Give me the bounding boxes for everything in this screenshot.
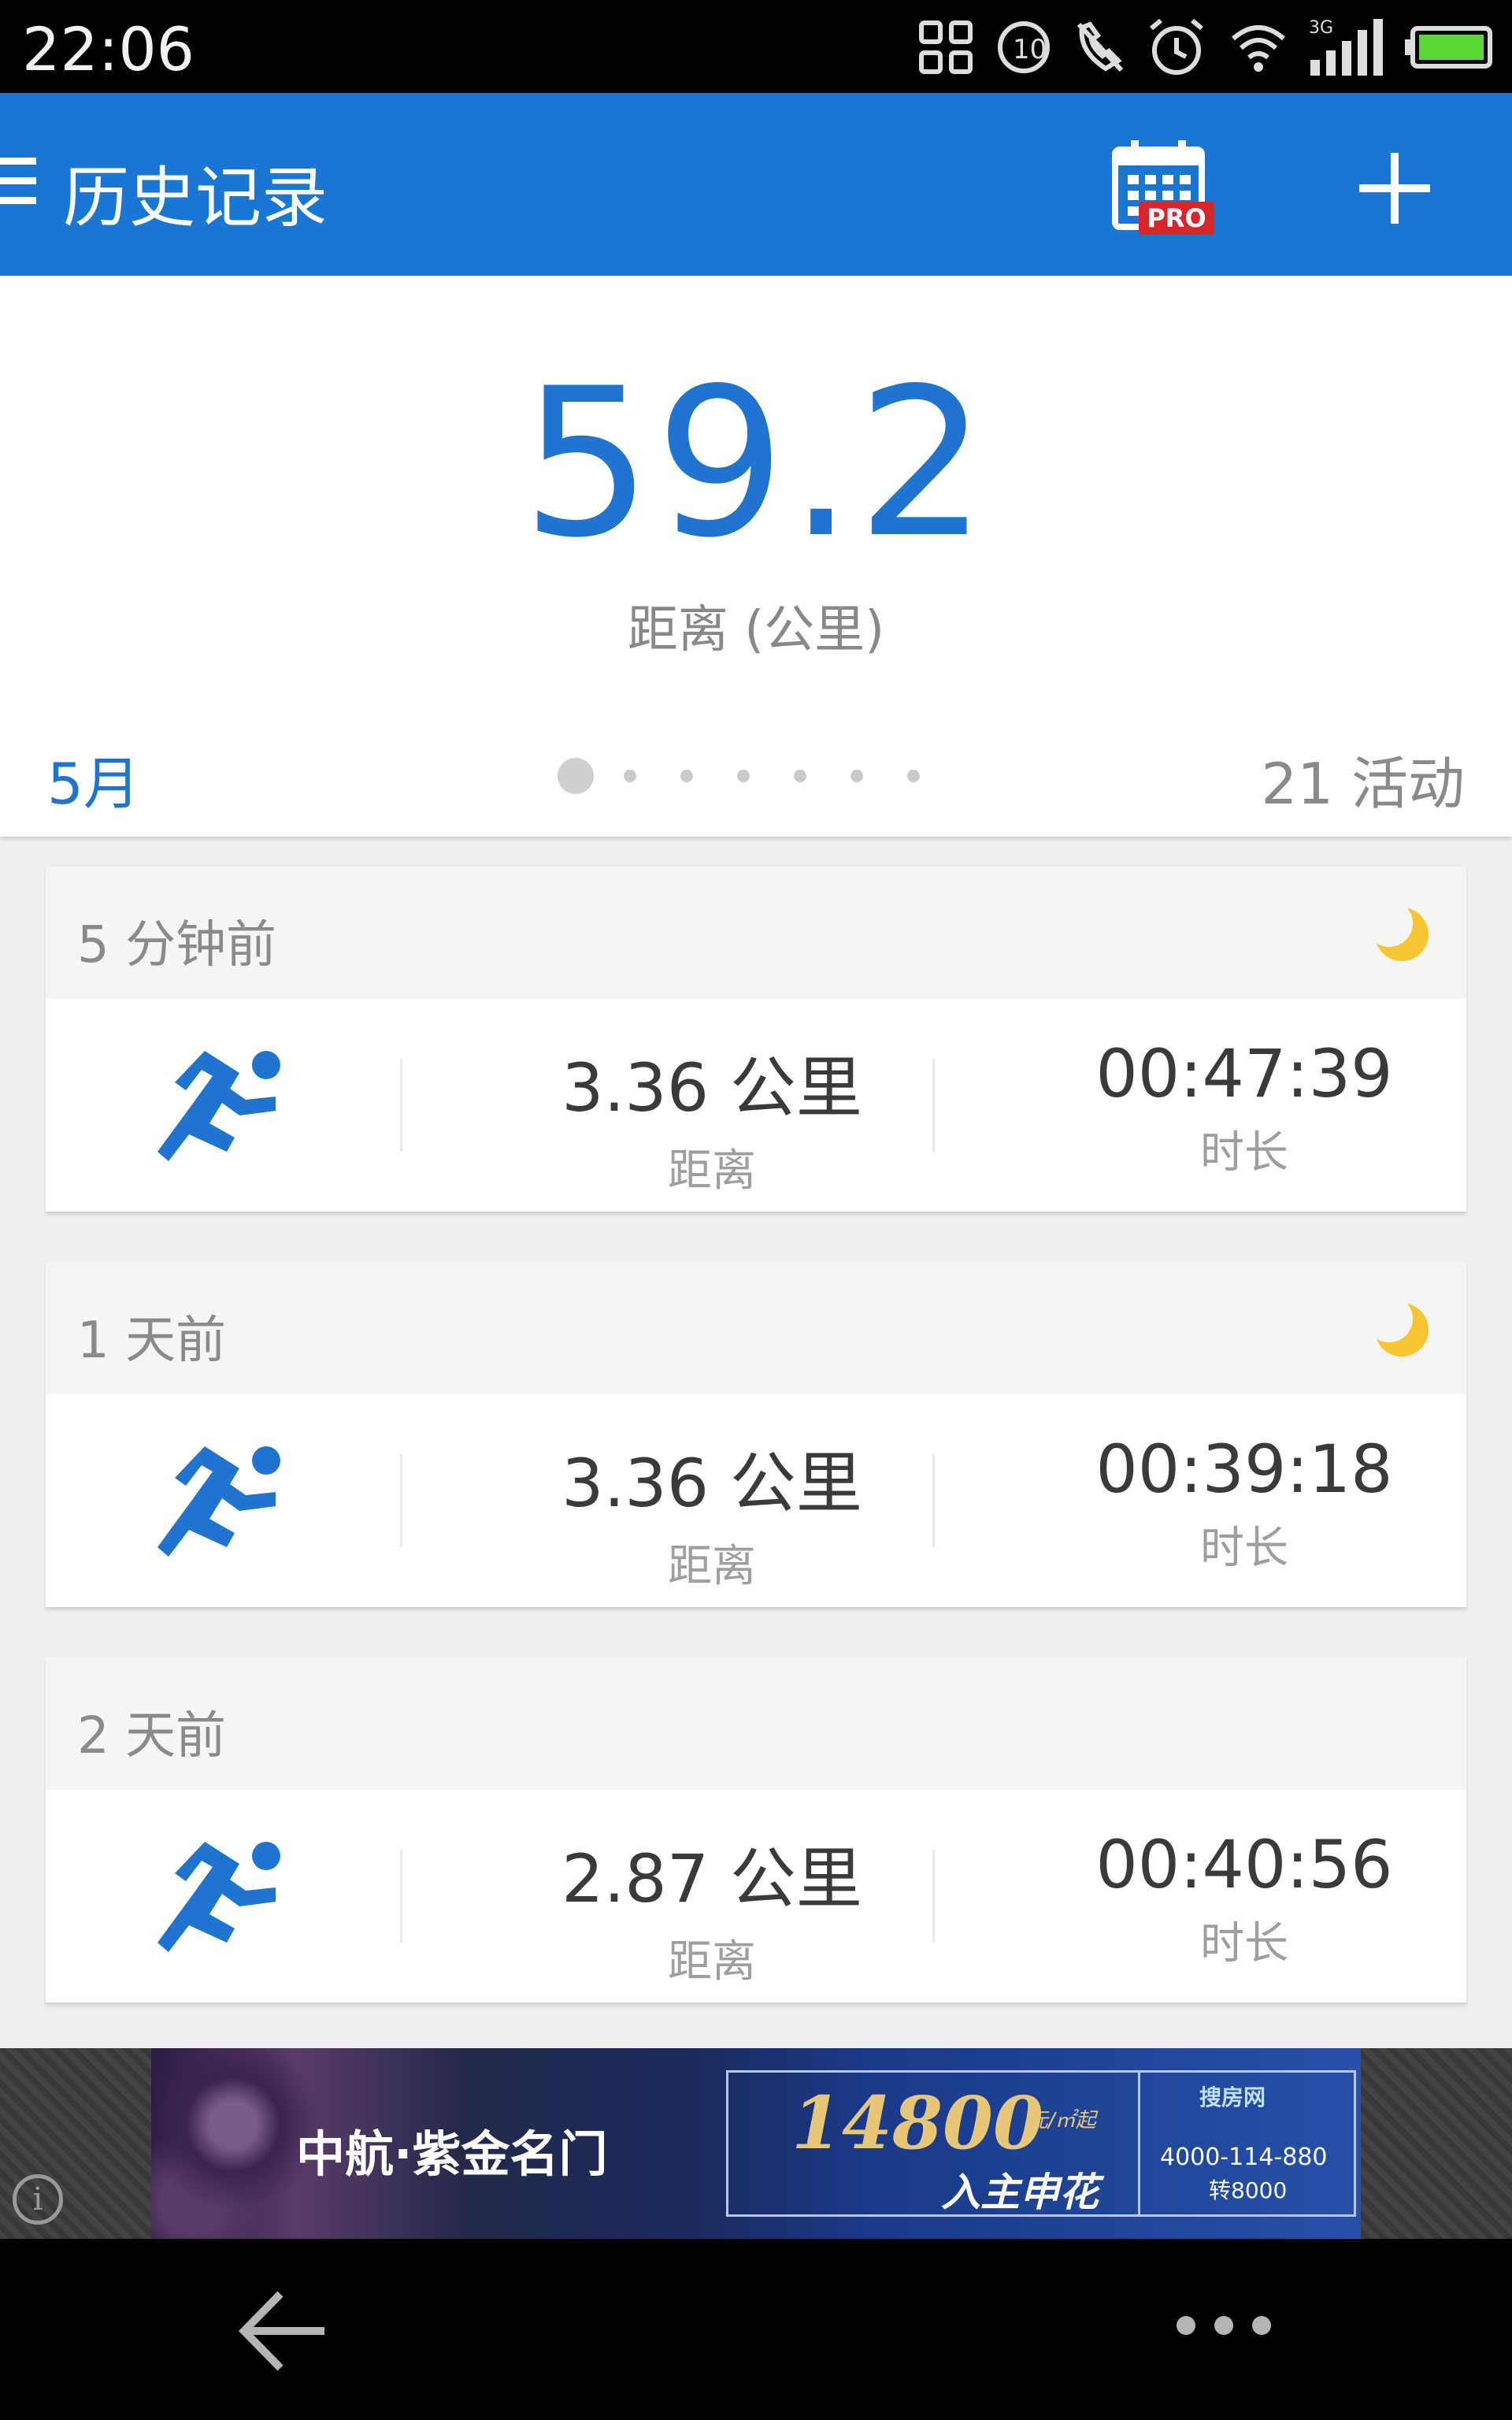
network-label: 3G bbox=[1309, 18, 1333, 38]
activity-duration: 00:47:39 bbox=[1095, 1035, 1393, 1112]
summary-panel[interactable]: 59.2 距离 (公里) 5月 21 活动 bbox=[0, 276, 1512, 837]
status-icons: 10 3G bbox=[918, 11, 1493, 84]
back-button[interactable] bbox=[236, 2288, 331, 2374]
activity-duration: 00:40:56 bbox=[1095, 1826, 1393, 1903]
activity-distance-label: 距离 bbox=[668, 1541, 756, 1592]
activity-card-header: 2 天前 bbox=[46, 1657, 1466, 1790]
activity-time-ago: 2 天前 bbox=[77, 1707, 227, 1765]
activity-duration-label: 时长 bbox=[1200, 1918, 1288, 1969]
calendar-icon: PRO bbox=[1112, 140, 1214, 235]
activity-distance: 3.36 公里 bbox=[561, 1049, 862, 1126]
total-distance-label: 距离 (公里) bbox=[627, 601, 885, 659]
activity-duration-label: 时长 bbox=[1200, 1523, 1288, 1574]
page-title: 历史记录 bbox=[63, 159, 328, 236]
activity-card-body: 3.36 公里 距离 00:39:18 时长 bbox=[46, 1394, 1466, 1607]
ad-price-unit: 元/㎡起 bbox=[1028, 2109, 1096, 2132]
app-bar: 历史记录 PRO bbox=[0, 93, 1512, 276]
status-time: 22:06 bbox=[22, 14, 195, 84]
signal-3g-icon: 3G bbox=[1309, 16, 1384, 79]
add-activity-button[interactable] bbox=[1351, 145, 1438, 232]
page-dot[interactable] bbox=[907, 770, 920, 782]
activity-card-body: 2.87 公里 距离 00:40:56 时长 bbox=[46, 1790, 1466, 2002]
calendar-button[interactable]: PRO bbox=[1110, 137, 1221, 239]
page-dot[interactable] bbox=[794, 770, 806, 782]
total-distance: 59.2 bbox=[521, 345, 991, 583]
ad-brand: 中航·紫金名门 bbox=[296, 2125, 608, 2183]
activity-distance-label: 距离 bbox=[668, 1145, 756, 1197]
menu-icon[interactable] bbox=[0, 158, 36, 213]
activity-duration: 00:39:18 bbox=[1095, 1431, 1393, 1508]
wifi-icon bbox=[1228, 20, 1288, 75]
more-dots-icon bbox=[1177, 2316, 1195, 2335]
back-arrow-icon bbox=[239, 2291, 324, 2371]
moon-icon bbox=[1372, 1300, 1429, 1357]
activity-card-header: 1 天前 bbox=[46, 1262, 1466, 1394]
moon-icon bbox=[1372, 904, 1429, 961]
activity-time-ago: 1 天前 bbox=[77, 1312, 227, 1370]
activity-duration-label: 时长 bbox=[1200, 1127, 1288, 1178]
ad-extension: 转8000 bbox=[1209, 2177, 1288, 2203]
navigation-bar bbox=[0, 2239, 1512, 2420]
activity-card-body: 3.36 公里 距离 00:47:39 时长 bbox=[46, 999, 1466, 1212]
ad-area: i 中航·紫金名门 14800 元/㎡起 入主申花 搜房网 4000-114-8… bbox=[0, 2048, 1512, 2239]
pro-badge-label: PRO bbox=[1147, 203, 1206, 233]
qr-scan-icon bbox=[918, 20, 973, 75]
activities-count: 21 活动 bbox=[1261, 751, 1465, 817]
battery-icon bbox=[1405, 25, 1493, 69]
ad-slogan: 入主申花 bbox=[941, 2169, 1099, 2215]
activity-card[interactable]: 2 天前 2.87 公里 距离 00:40:56 时长 bbox=[46, 1657, 1466, 2002]
info-icon[interactable]: i bbox=[13, 2174, 63, 2225]
activity-card[interactable]: 5 分钟前 3.36 公里 距离 00:47:39 时长 bbox=[46, 867, 1466, 1212]
activity-distance: 3.36 公里 bbox=[561, 1445, 862, 1522]
alarm-icon bbox=[1145, 16, 1208, 79]
month-label: 5月 bbox=[47, 751, 140, 817]
ad-banner[interactable]: 中航·紫金名门 14800 元/㎡起 入主申花 搜房网 4000-114-880… bbox=[151, 2048, 1361, 2239]
status-bar: 22:06 10 3G bbox=[0, 0, 1512, 93]
ad-logo: 搜房网 bbox=[1199, 2084, 1266, 2110]
running-icon bbox=[158, 1842, 280, 1952]
page-dot[interactable] bbox=[737, 770, 750, 782]
page-dot[interactable] bbox=[680, 770, 693, 782]
plus-icon bbox=[1359, 153, 1430, 224]
ad-price: 14800 bbox=[791, 2080, 1044, 2166]
no-phone-icon bbox=[1074, 20, 1125, 75]
page-dot[interactable] bbox=[624, 770, 636, 782]
activity-distance-label: 距离 bbox=[668, 1936, 756, 1988]
activity-card[interactable]: 1 天前 3.36 公里 距离 00:39:18 时长 bbox=[46, 1262, 1466, 1607]
more-button[interactable] bbox=[1177, 2310, 1271, 2341]
activity-distance: 2.87 公里 bbox=[561, 1840, 862, 1917]
ad-phone: 4000-114-880 bbox=[1160, 2143, 1328, 2171]
timer-badge: 10 bbox=[1013, 34, 1047, 65]
page-dot[interactable] bbox=[850, 770, 863, 782]
timer-icon: 10 bbox=[994, 17, 1054, 77]
running-icon bbox=[158, 1446, 280, 1557]
page-dot[interactable] bbox=[558, 758, 594, 794]
activity-time-ago: 5 分钟前 bbox=[77, 916, 277, 974]
ad-price-box: 14800 元/㎡起 入主申花 搜房网 4000-114-880 转8000 bbox=[726, 2070, 1356, 2217]
running-icon bbox=[158, 1051, 280, 1161]
activity-card-header: 5 分钟前 bbox=[46, 867, 1466, 999]
